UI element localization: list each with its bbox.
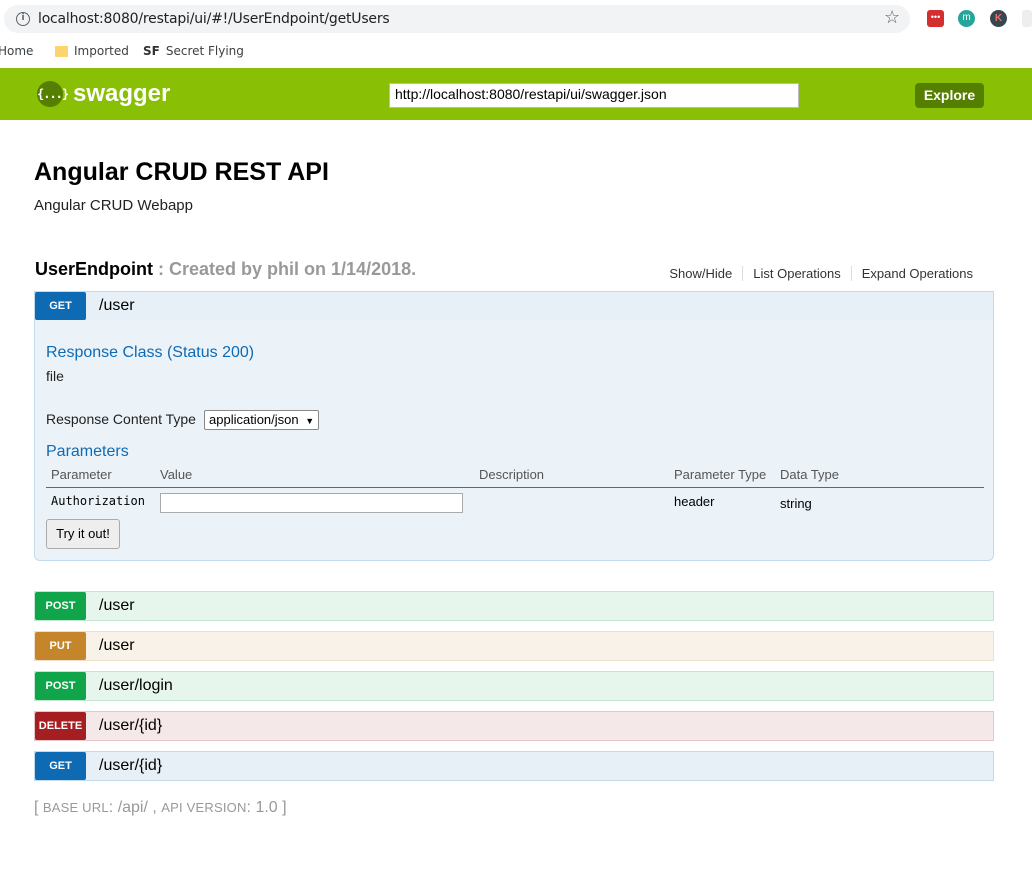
param-data-type: string [780,496,812,511]
api-version-label: API VERSION [161,800,247,815]
param-type: header [674,494,715,509]
method-badge[interactable]: DELETE [35,712,86,740]
bookmark-imported[interactable]: Imported [55,44,129,58]
address-url[interactable]: localhost:8080/restapi/ui/#!/UserEndpoin… [38,11,390,27]
resource-description: : Created by phil on 1/14/2018. [158,259,417,279]
operation-path[interactable]: /user/login [99,677,173,695]
operation-path[interactable]: /user [99,297,135,315]
folder-icon [55,45,68,57]
method-badge[interactable]: POST [35,592,86,620]
operation-path[interactable]: /user/{id} [99,717,162,735]
info-icon[interactable]: i [16,12,30,26]
operation-path[interactable]: /user/{id} [99,757,162,775]
method-badge[interactable]: PUT [35,632,86,660]
parameters-heading: Parameters [46,443,129,460]
api-title: Angular CRUD REST API [34,158,329,186]
extension-m-icon[interactable]: m [958,10,975,27]
operation-details: Response Class (Status 200) file Respons… [34,320,994,561]
show-hide-link[interactable]: Show/Hide [659,266,742,281]
extension-k-icon[interactable]: K [990,10,1007,27]
method-badge[interactable]: GET [35,292,86,320]
sf-icon: SF [143,44,160,58]
param-header-type: Parameter Type [674,467,767,482]
method-badge[interactable]: POST [35,672,86,700]
param-header-data-type: Data Type [780,467,840,482]
extension-partial-icon[interactable] [1022,10,1032,27]
param-header-parameter: Parameter [51,467,112,482]
spec-url-input[interactable]: http://localhost:8080/restapi/ui/swagger… [389,83,799,108]
try-it-out-button[interactable]: Try it out! [46,519,120,549]
param-header-divider [46,487,984,488]
bookmark-home[interactable]: Home [0,44,33,58]
base-url-value: : /api/ , [108,799,162,816]
content-type-select[interactable]: application/json ▼ [204,410,320,430]
operation-get-user[interactable]: GET /user [34,291,994,321]
swagger-logo-icon[interactable]: {...} [37,81,69,107]
operation-path[interactable]: /user [99,597,135,615]
address-bar[interactable]: i localhost:8080/restapi/ui/#!/UserEndpo… [4,5,910,33]
operation-post-user[interactable]: POST /user [34,591,994,621]
operation-put-user[interactable]: PUT /user [34,631,994,661]
resource-heading: UserEndpoint : Created by phil on 1/14/2… [35,259,416,280]
bookmark-label: Home [0,44,34,58]
bookmark-secret-flying[interactable]: SF Secret Flying [143,44,244,58]
bookmark-label: Secret Flying [165,44,244,58]
base-url-label: BASE URL [42,800,109,815]
response-class-value: file [46,368,64,384]
method-badge[interactable]: GET [35,752,86,780]
resource-name[interactable]: UserEndpoint [35,259,153,279]
dropdown-arrow-icon: ▼ [305,416,315,426]
bookmarks-bar: Home Imported SF Secret Flying [0,38,1032,68]
explore-button[interactable]: Explore [915,83,984,108]
param-header-description: Description [479,467,545,482]
list-operations-link[interactable]: List Operations [742,266,850,281]
bookmark-star-icon[interactable]: ☆ [884,7,900,28]
content-type-label: Response Content Type [46,411,196,427]
operation-delete-user-id[interactable]: DELETE /user/{id} [34,711,994,741]
param-name: Authorization [51,494,145,508]
api-footer: [ BASE URL: /api/ , API VERSION: 1.0 ] [34,799,287,817]
authorization-input[interactable] [160,493,463,513]
content-type-value: application/json [209,412,299,427]
operation-post-user-login[interactable]: POST /user/login [34,671,994,701]
operation-path[interactable]: /user [99,637,135,655]
operation-get-user-id[interactable]: GET /user/{id} [34,751,994,781]
api-version-value: : 1.0 ] [246,799,287,816]
response-class-heading: Response Class (Status 200) [46,344,255,361]
api-description: Angular CRUD Webapp [34,197,193,214]
browser-toolbar: i localhost:8080/restapi/ui/#!/UserEndpo… [0,0,1032,38]
swagger-header: {...} swagger http://localhost:8080/rest… [0,68,1032,120]
bookmark-label: Imported [74,44,129,58]
footer-open: [ [34,799,43,816]
swagger-logo-text[interactable]: swagger [73,80,170,108]
param-header-value: Value [160,467,193,482]
resource-links: Show/Hide List Operations Expand Operati… [659,266,983,281]
expand-operations-link[interactable]: Expand Operations [850,266,983,281]
extension-lastpass-icon[interactable]: ••• [927,10,944,27]
